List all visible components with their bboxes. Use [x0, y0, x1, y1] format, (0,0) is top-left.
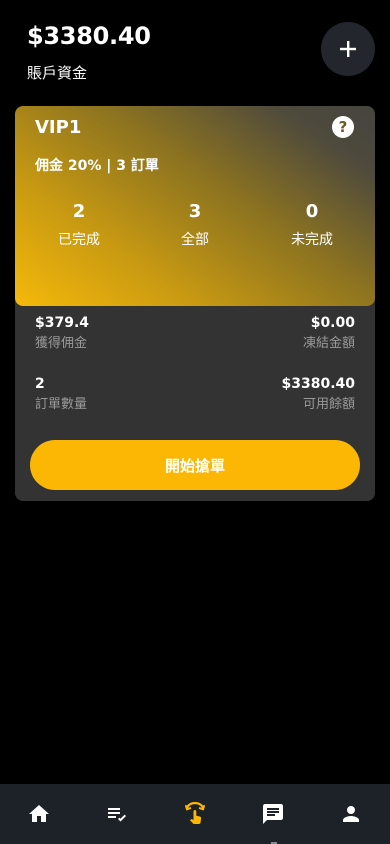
- stat-completed-value: 2: [72, 201, 86, 222]
- chat-icon: [263, 804, 283, 824]
- frozen-amount-value: $0.00: [310, 315, 355, 331]
- start-grab-order-button[interactable]: 開始搶單: [30, 440, 360, 490]
- earned-commission-value: $379.4: [35, 315, 90, 331]
- order-count-value: 2: [35, 376, 45, 392]
- available-balance-label: 可用餘額: [302, 397, 355, 412]
- home-icon: [29, 805, 49, 822]
- nav-tasks[interactable]: [78, 784, 156, 844]
- order-count-label: 訂單數量: [35, 397, 88, 412]
- plus-icon: [340, 41, 356, 57]
- order-stats: 2 已完成 3 全部 0 未完成: [15, 201, 375, 261]
- stat-total-value: 3: [188, 201, 202, 222]
- stat-pending-value: 0: [305, 201, 319, 222]
- earned-commission-label: 獲得佣金: [35, 336, 88, 351]
- profile-icon: [343, 806, 359, 822]
- stat-total: 3 全部: [135, 201, 255, 249]
- account-balance: $3380.40: [27, 22, 151, 50]
- nav-grab-order[interactable]: [156, 784, 234, 844]
- nav-profile[interactable]: [312, 784, 390, 844]
- stat-pending: 0 未完成: [252, 201, 372, 249]
- stat-pending-label: 未完成: [291, 232, 333, 248]
- header: $3380.40 賬戶資金: [0, 0, 390, 100]
- grab-order-icon: [185, 802, 205, 824]
- task-list-icon: [108, 808, 126, 822]
- stat-completed: 2 已完成: [19, 201, 139, 249]
- stat-completed-label: 已完成: [58, 232, 100, 248]
- add-funds-button[interactable]: [321, 22, 375, 76]
- help-icon[interactable]: ?: [332, 116, 354, 138]
- vip-level-title: VIP1: [35, 117, 82, 138]
- vip-panel: VIP1 ? 佣金 20% | 3 訂單 2 已完成 3 全部 0 未完成: [15, 106, 375, 306]
- nav-home[interactable]: [0, 784, 78, 844]
- available-balance-value: $3380.40: [281, 376, 355, 392]
- commission-info: 佣金 20% | 3 訂單: [35, 158, 159, 174]
- info-row-earnings: $379.4 獲得佣金 $0.00 凍結金額: [35, 314, 355, 358]
- frozen-amount-label: 凍結金額: [302, 336, 355, 351]
- vip-card: VIP1 ? 佣金 20% | 3 訂單 2 已完成 3 全部 0 未完成 $3…: [15, 106, 375, 501]
- nav-messages[interactable]: [234, 784, 312, 844]
- info-row-orders: 2 訂單數量 $3380.40 可用餘額: [35, 375, 355, 419]
- bottom-nav: [0, 784, 390, 844]
- account-balance-label: 賬戶資金: [27, 64, 88, 82]
- stat-total-label: 全部: [181, 232, 209, 248]
